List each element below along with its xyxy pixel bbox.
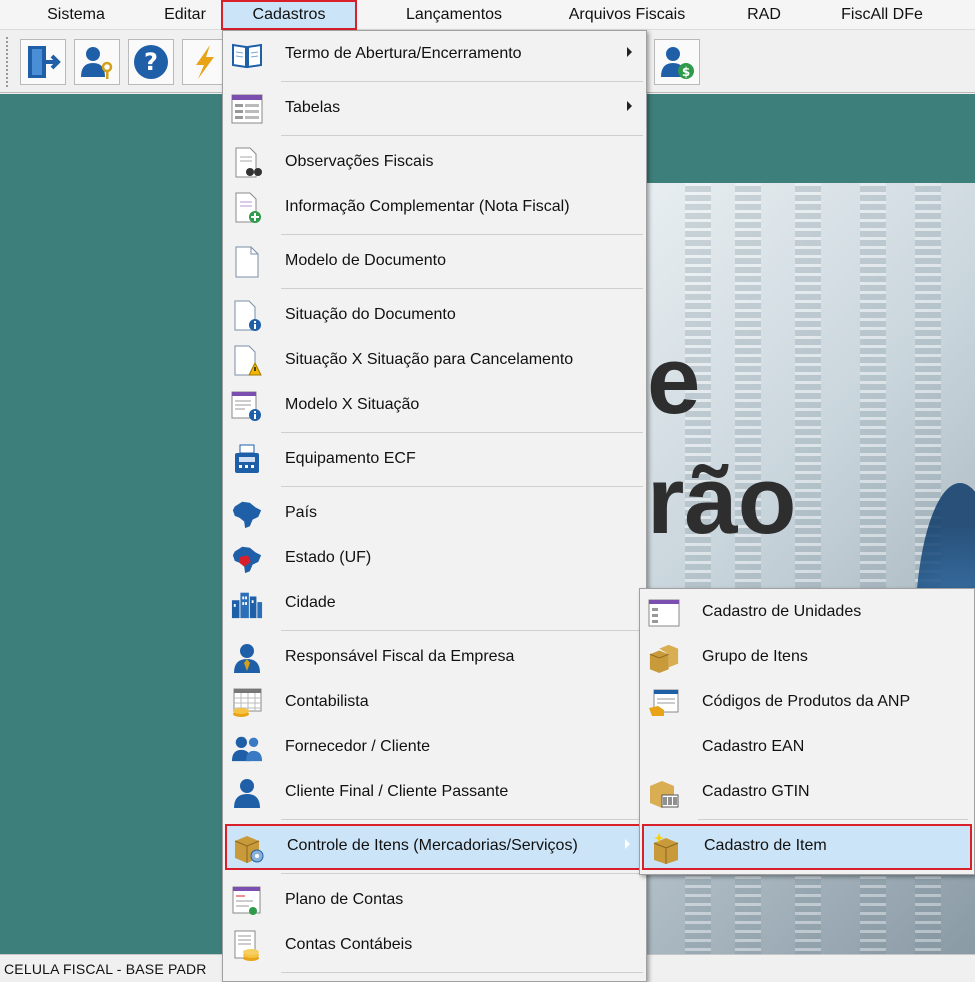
table-list-icon (231, 93, 263, 125)
menu-item-responsavel-fiscal[interactable]: Responsável Fiscal da Empresa (225, 636, 644, 680)
menu-item-contabilista[interactable]: Contabilista (225, 681, 644, 725)
cash-register-icon (231, 444, 263, 476)
menu-item-pais[interactable]: País (225, 492, 644, 536)
form-info-icon (231, 390, 263, 422)
menu-separator (698, 819, 968, 820)
menu-item-estado-uf[interactable]: Estado (UF) (225, 537, 644, 581)
user-key-button[interactable] (74, 39, 120, 85)
menu-sistema[interactable]: Sistema (38, 0, 114, 30)
menu-separator (281, 630, 643, 631)
people-group-icon (231, 732, 263, 764)
menubar: Sistema Editar Cadastros Lançamentos Arq… (0, 0, 975, 30)
submenu-item-cadastro-ean[interactable]: Cadastro EAN (642, 726, 972, 770)
menu-item-fornecedor-cliente[interactable]: Fornecedor / Cliente (225, 726, 644, 770)
itens-submenu: Cadastro de Unidades Grupo de Itens Códi… (639, 588, 975, 875)
city-buildings-icon (231, 588, 263, 620)
menu-editar[interactable]: Editar (152, 0, 218, 30)
submenu-item-grupo-itens[interactable]: Grupo de Itens (642, 636, 972, 680)
menu-fiscall-dfe[interactable]: FiscAll DFe (826, 0, 938, 30)
menu-item-equipamento-ecf[interactable]: Equipamento ECF (225, 438, 644, 482)
menu-separator (281, 972, 643, 973)
menu-item-controle-itens[interactable]: Controle de Itens (Mercadorias/Serviços) (225, 824, 644, 870)
ledger-coins-icon (231, 930, 263, 962)
menu-item-termo-abertura[interactable]: Termo de Abertura/Encerramento (225, 33, 644, 77)
person-icon (231, 777, 263, 809)
menu-item-cliente-final[interactable]: Cliente Final / Cliente Passante (225, 771, 644, 815)
user-money-button[interactable]: $ (654, 39, 700, 85)
brazil-map-icon (231, 498, 263, 530)
submenu-arrow-icon (627, 47, 632, 57)
menu-separator (281, 234, 643, 235)
user-key-icon (81, 47, 113, 79)
submenu-arrow-icon (627, 101, 632, 111)
menu-separator (281, 288, 643, 289)
svg-text:$: $ (682, 65, 690, 79)
cadastros-menu: Termo de Abertura/Encerramento Tabelas O… (222, 30, 647, 982)
menu-item-modelo-situacao[interactable]: Modelo X Situação (225, 384, 644, 428)
document-warning-icon (231, 345, 263, 377)
menu-separator (281, 135, 643, 136)
chart-of-accounts-icon (231, 885, 263, 917)
menu-item-informacao-complementar[interactable]: Informação Complementar (Nota Fiscal) (225, 186, 644, 230)
submenu-item-cadastro-item[interactable]: Cadastro de Item (642, 824, 972, 870)
document-info-icon (231, 300, 263, 332)
submenu-item-codigos-anp[interactable]: Códigos de Produtos da ANP (642, 681, 972, 725)
svg-text:?: ? (144, 48, 158, 76)
calendar-coins-icon (231, 687, 263, 719)
document-binoculars-icon (231, 147, 263, 179)
menu-arquivos-fiscais[interactable]: Arquivos Fiscais (556, 0, 698, 30)
menu-item-observacoes-fiscais[interactable]: Observações Fiscais (225, 141, 644, 185)
splash-text-line2: rão (647, 447, 797, 554)
menu-cadastros[interactable]: Cadastros (221, 0, 357, 30)
menu-lancamentos[interactable]: Lançamentos (392, 0, 516, 30)
boxes-icon (648, 642, 680, 674)
menu-item-plano-contas[interactable]: Plano de Contas (225, 879, 644, 923)
splash-text-line1: e (647, 327, 701, 434)
exit-button[interactable] (20, 39, 66, 85)
exit-icon (28, 46, 61, 78)
table-hand-icon (648, 687, 680, 719)
user-money-icon: $ (661, 47, 694, 79)
person-tie-icon (231, 642, 263, 674)
menu-item-situacao-cancelamento[interactable]: Situação X Situação para Cancelamento (225, 339, 644, 383)
statusbar-text: CELULA FISCAL - BASE PADR (4, 961, 207, 977)
submenu-arrow-icon (625, 839, 630, 849)
menu-item-cidade[interactable]: Cidade (225, 582, 644, 626)
lightning-icon (196, 45, 214, 79)
toolbar-grip[interactable] (6, 37, 14, 87)
menu-item-modelo-documento[interactable]: Modelo de Documento (225, 240, 644, 284)
book-icon (231, 39, 263, 71)
menu-item-situacao-documento[interactable]: Situação do Documento (225, 294, 644, 338)
menu-separator (281, 873, 643, 874)
blank-document-icon (231, 246, 263, 278)
menu-separator (281, 819, 643, 820)
menu-rad[interactable]: RAD (735, 0, 793, 30)
help-button[interactable]: ? (128, 39, 174, 85)
menu-separator (281, 81, 643, 82)
window-units-icon (648, 597, 680, 629)
help-icon: ? (134, 45, 168, 79)
menu-item-contas-contabeis[interactable]: Contas Contábeis (225, 924, 644, 968)
box-barcode-icon (648, 777, 680, 809)
menu-item-tabelas[interactable]: Tabelas (225, 87, 644, 131)
submenu-item-cadastro-unidades[interactable]: Cadastro de Unidades (642, 591, 972, 635)
box-sparkle-icon (650, 832, 682, 864)
menu-separator (281, 486, 643, 487)
menu-separator (281, 432, 643, 433)
document-add-icon (231, 192, 263, 224)
brazil-state-map-icon (231, 543, 263, 575)
box-gear-icon (233, 832, 265, 864)
submenu-item-cadastro-gtin[interactable]: Cadastro GTIN (642, 771, 972, 815)
